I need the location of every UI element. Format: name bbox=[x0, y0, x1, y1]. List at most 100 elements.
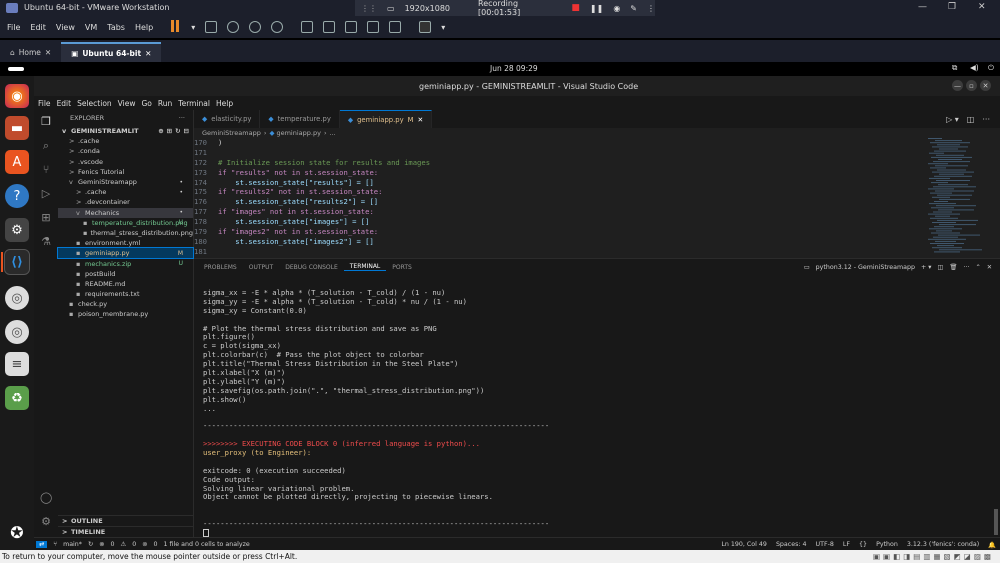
settings-icon[interactable]: ⚙ bbox=[5, 218, 29, 242]
bell-icon[interactable]: 🔔 bbox=[988, 541, 996, 549]
menu-selection[interactable]: Selection bbox=[77, 99, 112, 108]
tab-ports[interactable]: PORTS bbox=[386, 264, 418, 271]
minimize-icon[interactable]: — bbox=[952, 80, 963, 91]
search-icon[interactable]: ⌕ bbox=[40, 140, 52, 152]
device-icons[interactable]: ▣▣◧◨▤▥▦▧◩◪▨▩ bbox=[873, 550, 994, 563]
tab-geminiapp[interactable]: ◆ geminiapp.py M ✕ bbox=[339, 110, 433, 128]
menu-run[interactable]: Run bbox=[158, 99, 172, 108]
tree-item[interactable]: v GeminiStreamapp • bbox=[58, 177, 193, 187]
flask-icon[interactable]: ⚗ bbox=[40, 236, 52, 248]
menu-help[interactable]: Help bbox=[216, 99, 233, 108]
outline-section[interactable]: > OUTLINE bbox=[58, 515, 194, 525]
tree-item[interactable]: ▪ geminiapp.py M bbox=[57, 247, 194, 260]
vscode-icon[interactable]: ⟨⟩ bbox=[4, 249, 30, 275]
remote-icon[interactable]: ⇄ bbox=[36, 541, 48, 548]
tab-output[interactable]: OUTPUT bbox=[243, 264, 279, 271]
manage-gear-icon[interactable]: ⚙ bbox=[40, 516, 52, 528]
terminal-output[interactable]: sigma_xx = -E * alpha * (T_solution - T_… bbox=[203, 288, 983, 529]
tree-item[interactable]: ▪ poison_membrane.py bbox=[58, 309, 193, 319]
breadcrumb-symbol[interactable]: ... bbox=[330, 129, 336, 137]
disc-icon[interactable]: ◎ bbox=[5, 286, 29, 310]
new-folder-icon[interactable]: ⊞ bbox=[167, 127, 172, 135]
drag-handle-icon[interactable]: ⋮⋮ bbox=[361, 4, 377, 13]
breadcrumb-file[interactable]: geminiapp.py bbox=[276, 129, 320, 137]
refresh-icon[interactable]: ↻ bbox=[175, 127, 180, 135]
tree-item[interactable]: ▪ environment.yml bbox=[58, 238, 193, 248]
files-icon[interactable]: ▬ bbox=[5, 116, 29, 140]
tree-item[interactable]: > .conda bbox=[58, 146, 193, 156]
maximize-icon[interactable]: ▫ bbox=[966, 80, 977, 91]
minimap[interactable] bbox=[924, 138, 1000, 258]
code-editor[interactable]: 170) 171 172 # Initialize session state for… bbox=[194, 138, 924, 258]
show-library-icon[interactable] bbox=[301, 21, 314, 33]
resolution-label[interactable]: 1920x1080 bbox=[405, 4, 450, 13]
revert-snapshot-icon[interactable] bbox=[249, 21, 262, 33]
breadcrumb-folder[interactable]: GeminiStreamapp bbox=[202, 129, 261, 137]
activities-indicator[interactable] bbox=[8, 67, 24, 71]
restore-icon[interactable]: ❐ bbox=[948, 2, 956, 12]
maximize-panel-icon[interactable]: ⌃ bbox=[975, 264, 980, 271]
firefox-icon[interactable]: ◉ bbox=[5, 84, 29, 108]
dropdown-icon[interactable]: ▾ bbox=[191, 23, 195, 32]
tree-item[interactable]: ▪ postBuild bbox=[58, 269, 193, 279]
run-icon[interactable]: ▷ ▾ bbox=[946, 115, 959, 124]
analyze-status[interactable]: 1 file and 0 cells to analyze bbox=[164, 541, 250, 548]
tree-item[interactable]: > .cache • bbox=[58, 187, 193, 197]
encoding[interactable]: UTF-8 bbox=[816, 541, 834, 548]
split-terminal-icon[interactable]: ◫ bbox=[937, 264, 943, 271]
tree-item[interactable]: > .devcontainer bbox=[58, 197, 193, 207]
python-interpreter[interactable]: 3.12.3 ('fenics': conda) bbox=[907, 541, 979, 548]
line-ending[interactable]: LF bbox=[843, 541, 850, 548]
clock[interactable]: Jun 28 09:29 bbox=[490, 64, 538, 73]
tab-problems[interactable]: PROBLEMS bbox=[198, 264, 243, 271]
language-mode[interactable]: Python bbox=[876, 541, 898, 548]
close-icon[interactable]: ✕ bbox=[980, 80, 991, 91]
close-icon[interactable]: ✕ bbox=[978, 2, 986, 12]
tree-item[interactable]: > Fenics Tutorial bbox=[58, 167, 193, 177]
extensions-icon[interactable]: ⊞ bbox=[40, 212, 52, 224]
branch-icon[interactable]: ⑂ bbox=[53, 541, 57, 548]
thumbnail-bar-icon[interactable] bbox=[323, 21, 336, 33]
send-keys-icon[interactable] bbox=[205, 21, 218, 33]
unity-icon[interactable] bbox=[389, 21, 402, 33]
scrollbar-thumb[interactable] bbox=[994, 509, 998, 535]
volume-icon[interactable]: ◀) bbox=[970, 63, 979, 72]
show-apps-icon[interactable]: ✪ bbox=[5, 520, 29, 544]
full-screen-icon[interactable] bbox=[367, 21, 380, 33]
tab-temperature[interactable]: ◆ temperature.py bbox=[260, 110, 340, 128]
add-terminal-icon[interactable]: + ▾ bbox=[921, 264, 931, 271]
menu-view[interactable]: View bbox=[118, 99, 136, 108]
more-icon[interactable]: ⋮ bbox=[647, 4, 655, 13]
ports-icon[interactable]: ⊚ bbox=[142, 541, 147, 548]
split-editor-icon[interactable]: ◫ bbox=[967, 115, 975, 124]
explorer-icon[interactable]: ❐ bbox=[40, 116, 52, 128]
close-icon[interactable]: ✕ bbox=[987, 264, 992, 271]
indentation[interactable]: Spaces: 4 bbox=[776, 541, 807, 548]
source-control-icon[interactable]: ⑂ bbox=[40, 164, 52, 176]
minimize-icon[interactable]: — bbox=[918, 2, 927, 12]
tree-item[interactable]: ▪ mechanics.zip U bbox=[58, 258, 193, 268]
terminal-name[interactable]: python3.12 - GeminiStreamapp bbox=[816, 264, 915, 271]
power-icon[interactable]: ⏻ bbox=[988, 63, 994, 73]
suspend-icon[interactable] bbox=[171, 20, 181, 34]
trash-icon[interactable]: ♻ bbox=[5, 386, 29, 410]
menu-view[interactable]: View bbox=[56, 23, 75, 32]
more-icon[interactable]: ··· bbox=[179, 114, 185, 122]
disc-icon[interactable]: ◎ bbox=[5, 320, 29, 344]
camera-icon[interactable]: ◉ bbox=[613, 4, 620, 13]
run-debug-icon[interactable]: ▷ bbox=[40, 188, 52, 200]
tab-home[interactable]: ⌂ Home ✕ bbox=[0, 42, 61, 62]
tab-elasticity[interactable]: ◆ elasticity.py bbox=[194, 110, 261, 128]
tree-item[interactable]: ▪ README.md bbox=[58, 279, 193, 289]
network-icon[interactable]: ⧉ bbox=[952, 63, 957, 73]
tree-item[interactable]: > .vscode bbox=[58, 157, 193, 167]
collapse-icon[interactable]: ⊟ bbox=[184, 127, 189, 135]
new-file-icon[interactable]: ⊕ bbox=[158, 127, 163, 135]
tab-terminal[interactable]: TERMINAL bbox=[343, 263, 387, 271]
tree-item[interactable]: v Mechanics • bbox=[58, 207, 193, 218]
stop-icon[interactable]: ■ bbox=[571, 3, 580, 13]
menu-go[interactable]: Go bbox=[141, 99, 151, 108]
menu-help[interactable]: Help bbox=[135, 23, 153, 32]
tree-item[interactable]: ▪ check.py bbox=[58, 299, 193, 309]
tree-item[interactable]: ▪ temperature_distribution.png U bbox=[58, 218, 193, 228]
